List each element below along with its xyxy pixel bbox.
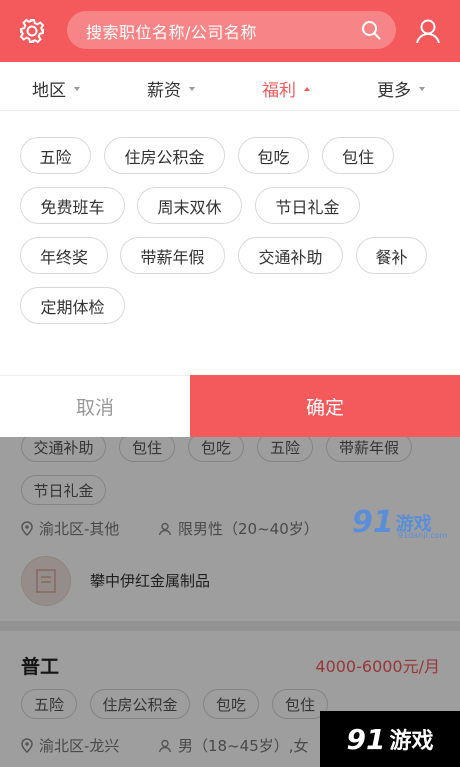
user-icon[interactable] bbox=[411, 14, 445, 48]
watermark-number: 91 bbox=[346, 722, 386, 756]
chevron-down-icon bbox=[74, 86, 80, 91]
job-tag: 五险 bbox=[257, 437, 313, 462]
job-tag: 五险 bbox=[21, 689, 77, 719]
job-tag: 包吃 bbox=[203, 689, 259, 719]
tab-region[interactable]: 地区 bbox=[32, 76, 80, 101]
benefit-tag[interactable]: 节日礼金 bbox=[255, 187, 360, 224]
chevron-down-icon bbox=[419, 86, 425, 91]
list-divider bbox=[0, 621, 460, 631]
job-requirement: 限男性（20~40岁） bbox=[158, 518, 319, 539]
tab-more[interactable]: 更多 bbox=[377, 76, 425, 101]
search-placeholder: 搜索职位名称/公司名称 bbox=[86, 23, 257, 42]
watermark-number: 91 bbox=[352, 505, 394, 540]
location-pin-icon bbox=[21, 521, 33, 536]
job-tag: 节日礼金 bbox=[21, 475, 106, 505]
job-location: 渝北区-龙兴 bbox=[21, 735, 119, 756]
benefit-tag[interactable]: 包吃 bbox=[238, 137, 309, 174]
tab-label: 薪资 bbox=[147, 81, 181, 101]
confirm-button[interactable]: 确定 bbox=[190, 375, 460, 437]
job-tag: 交通补助 bbox=[21, 437, 106, 462]
tab-label: 地区 bbox=[32, 81, 66, 101]
tab-salary[interactable]: 薪资 bbox=[147, 76, 195, 101]
job-tag: 包吃 bbox=[188, 437, 244, 462]
person-icon bbox=[158, 522, 172, 535]
job-title[interactable]: 普工 bbox=[21, 652, 59, 679]
job-tag: 包住 bbox=[119, 437, 175, 462]
watermark-corner: 91 游戏 bbox=[320, 711, 460, 767]
tab-benefits[interactable]: 福利 bbox=[262, 76, 310, 101]
location-text: 渝北区-龙兴 bbox=[39, 737, 120, 755]
benefit-tag[interactable]: 住房公积金 bbox=[104, 137, 225, 174]
tab-label: 更多 bbox=[377, 81, 411, 101]
tab-label: 福利 bbox=[262, 81, 296, 101]
watermark-name: 游戏 bbox=[389, 729, 434, 754]
top-header: 搜索职位名称/公司名称 bbox=[0, 0, 460, 62]
benefit-tag[interactable]: 餐补 bbox=[356, 237, 427, 274]
job-location: 渝北区-其他 bbox=[21, 518, 119, 539]
chevron-up-icon bbox=[304, 86, 310, 91]
benefit-tag[interactable]: 五险 bbox=[20, 137, 91, 174]
filter-bar: 地区 薪资 福利 更多 bbox=[0, 62, 460, 111]
job-tag: 住房公积金 bbox=[90, 689, 190, 719]
person-icon bbox=[158, 739, 172, 752]
benefits-panel: 五险 住房公积金 包吃 包住 免费班车 周末双休 节日礼金 年终奖 带薪年假 交… bbox=[0, 112, 460, 375]
job-salary: 4000-6000元/月 bbox=[315, 657, 440, 676]
job-requirement: 男（18~45岁）,女 bbox=[158, 735, 309, 756]
job-tag: 带薪年假 bbox=[326, 437, 412, 462]
requirement-text: 男（18~45岁）,女 bbox=[178, 737, 309, 755]
search-icon[interactable] bbox=[360, 19, 382, 41]
watermark-url: 91danji.com bbox=[398, 531, 448, 540]
chevron-down-icon bbox=[189, 86, 195, 91]
requirement-text: 限男性（20~40岁） bbox=[178, 520, 319, 538]
benefit-tag[interactable]: 免费班车 bbox=[20, 187, 125, 224]
company-logo bbox=[21, 556, 71, 606]
location-pin-icon bbox=[21, 738, 33, 753]
cancel-button[interactable]: 取消 bbox=[0, 375, 190, 437]
company-name[interactable]: 攀中伊红金属制品 bbox=[90, 570, 210, 591]
search-input[interactable]: 搜索职位名称/公司名称 bbox=[67, 11, 396, 49]
watermark-logo: 91 游戏 91danji.com bbox=[352, 504, 448, 542]
location-text: 渝北区-其他 bbox=[39, 520, 120, 538]
benefit-tag[interactable]: 包住 bbox=[322, 137, 394, 174]
benefit-tag[interactable]: 年终奖 bbox=[20, 237, 108, 274]
benefit-tag[interactable]: 带薪年假 bbox=[120, 237, 225, 274]
gear-icon[interactable] bbox=[15, 14, 49, 48]
benefit-tag[interactable]: 周末双休 bbox=[137, 187, 242, 224]
benefit-tag[interactable]: 交通补助 bbox=[238, 237, 343, 274]
benefit-tag[interactable]: 定期体检 bbox=[20, 287, 125, 324]
